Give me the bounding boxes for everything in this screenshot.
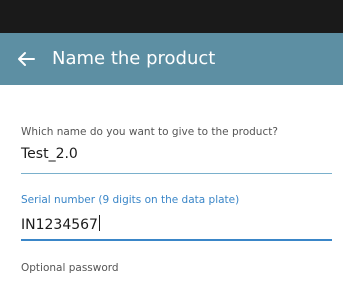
serial-number-input[interactable]: IN1234567	[21, 215, 100, 233]
product-name-label: Which name do you want to give to the pr…	[21, 126, 278, 138]
page-title: Name the product	[52, 48, 216, 69]
text-cursor	[98, 215, 100, 231]
back-button[interactable]	[17, 33, 35, 85]
serial-number-underline	[21, 239, 332, 241]
serial-number-value: IN1234567	[21, 217, 98, 233]
back-arrow-icon	[18, 52, 35, 66]
product-name-input[interactable]: Test_2.0	[21, 146, 78, 162]
password-label: Optional password	[21, 262, 119, 274]
product-name-underline	[21, 173, 332, 174]
serial-number-label: Serial number (9 digits on the data plat…	[21, 194, 240, 206]
app-bar: Name the product	[0, 33, 343, 85]
status-bar	[0, 0, 343, 33]
